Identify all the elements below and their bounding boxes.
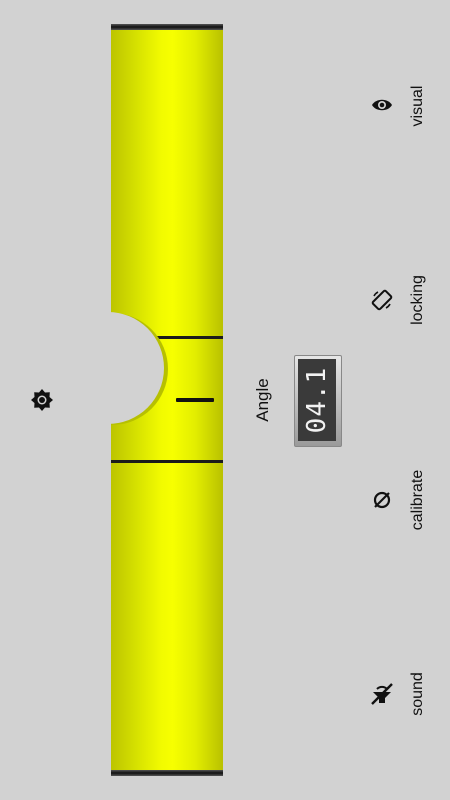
level-line-bottom xyxy=(111,460,223,463)
locking-label[interactable]: locking xyxy=(408,257,428,343)
tube-cap-bottom xyxy=(111,770,223,776)
level-bubble xyxy=(52,312,164,424)
calibrate-label[interactable]: calibrate xyxy=(408,457,428,543)
tube-cap-top xyxy=(111,24,223,30)
eye-icon[interactable] xyxy=(370,93,394,117)
visual-label[interactable]: visual xyxy=(408,63,428,149)
brightness-icon[interactable] xyxy=(30,388,54,412)
angle-label: Angle xyxy=(253,378,272,422)
rotation-lock-icon[interactable] xyxy=(370,288,394,312)
center-marker xyxy=(176,398,214,402)
sound-label[interactable]: sound xyxy=(408,651,428,737)
angle-value: 04.1 xyxy=(302,366,332,434)
sound-off-icon[interactable] xyxy=(369,681,395,707)
calibrate-icon[interactable] xyxy=(370,488,394,512)
